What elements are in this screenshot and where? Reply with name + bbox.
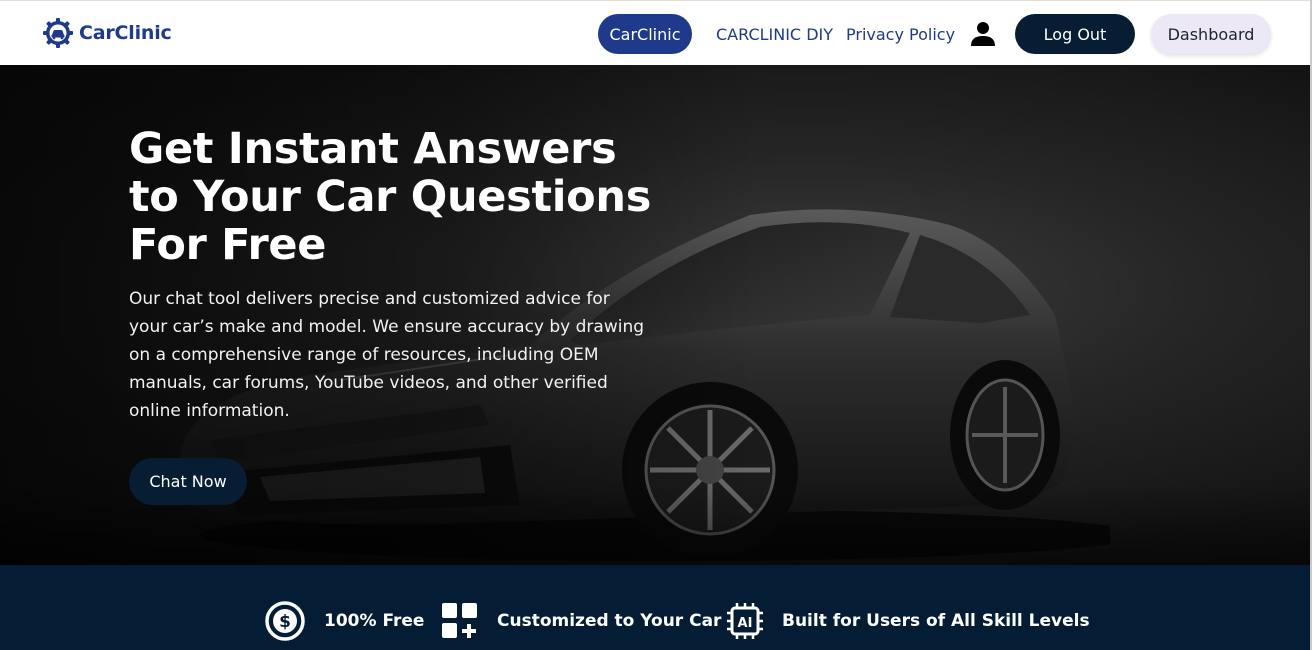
nav-link-privacy-policy[interactable]: Privacy Policy: [846, 14, 955, 54]
nav-link-carclinic-diy[interactable]: CARCLINIC DIY: [716, 14, 833, 54]
feature-label-customized: Customized to Your Car: [497, 611, 722, 631]
dashboard-button[interactable]: Dashboard: [1151, 14, 1271, 54]
svg-text:AI: AI: [738, 616, 753, 631]
brand-home-link[interactable]: CarClinic: [42, 17, 172, 49]
ai-chip-icon: AI: [727, 603, 763, 639]
feature-item-skill-levels: AI Built for Users of All Skill Levels: [726, 601, 1090, 641]
hero-title-line-1: Get Instant Answers: [129, 124, 617, 174]
feature-label-free: 100% Free: [324, 611, 425, 631]
feature-item-free: $ 100% Free: [264, 601, 424, 641]
top-navbar: CarClinic CarClinic CARCLINIC DIY Privac…: [0, 0, 1310, 65]
hero-section: Get Instant Answers to Your Car Question…: [0, 65, 1310, 565]
logout-button[interactable]: Log Out: [1015, 14, 1135, 54]
features-bar: $ 100% Free Customized to Your Car AI Bu…: [0, 565, 1310, 650]
svg-text:$: $: [279, 612, 291, 632]
grid-plus-icon: [442, 603, 477, 638]
gear-car-logo-icon: [43, 18, 73, 48]
hero-title-line-3: For Free: [129, 220, 327, 270]
brand-name: CarClinic: [79, 22, 172, 44]
chat-now-button[interactable]: Chat Now: [129, 458, 247, 505]
hero-title-line-2: to Your Car Questions: [129, 172, 652, 222]
hero-title: Get Instant Answers to Your Car Question…: [129, 125, 749, 269]
dollar-badge-icon: $: [265, 601, 305, 641]
nav-carclinic-button[interactable]: CarClinic: [598, 14, 692, 54]
hero-description: Our chat tool delivers precise and custo…: [129, 289, 645, 421]
feature-label-skill-levels: Built for Users of All Skill Levels: [782, 611, 1090, 631]
feature-item-customized: Customized to Your Car: [441, 601, 721, 641]
user-icon[interactable]: [969, 20, 997, 48]
